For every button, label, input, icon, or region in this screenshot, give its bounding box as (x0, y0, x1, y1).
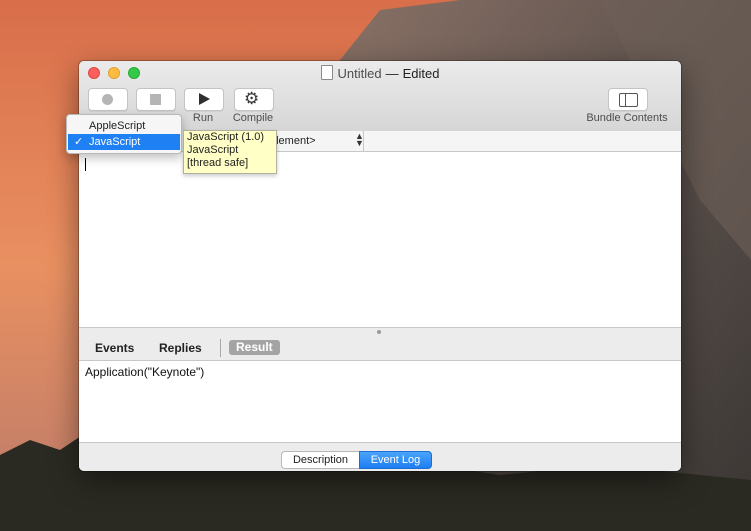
description-button[interactable]: Description (281, 451, 359, 469)
window-title: Untitled — Edited (79, 65, 681, 81)
tab-divider (220, 339, 221, 357)
tab-result[interactable]: Result (229, 340, 280, 355)
menu-item-applescript[interactable]: AppleScript (68, 118, 180, 134)
text-caret (85, 158, 86, 171)
tooltip-line: JavaScript (187, 144, 239, 156)
document-icon (320, 65, 333, 80)
compile-label: Compile (232, 112, 274, 124)
record-button[interactable] (88, 88, 128, 111)
title-name: Untitled (337, 66, 382, 81)
record-icon (102, 94, 113, 105)
menu-item-javascript[interactable]: ✓ JavaScript (68, 134, 180, 150)
gear-icon: ⚙ (244, 89, 260, 108)
title-separator: — (385, 66, 399, 81)
event-log-button[interactable]: Event Log (359, 451, 432, 469)
sidebar-icon (619, 93, 638, 107)
tab-events[interactable]: Events (95, 341, 134, 355)
language-tooltip: JavaScript (1.0) JavaScript [thread safe… (183, 130, 277, 174)
language-menu: AppleScript ✓ JavaScript (66, 114, 182, 154)
menu-item-label: JavaScript (89, 136, 141, 148)
log-tabs-bar: Events Replies Result (79, 336, 681, 361)
run-button[interactable] (184, 88, 224, 111)
bundle-contents-button[interactable] (608, 88, 648, 111)
tooltip-line: [thread safe] (187, 157, 249, 169)
result-text: Application("Keynote") (85, 365, 205, 379)
checkmark-icon: ✓ (74, 136, 84, 148)
play-icon (199, 93, 210, 105)
splitter-handle-icon (377, 330, 381, 334)
bundle-contents-label: Bundle Contents (586, 112, 668, 124)
script-editor-area[interactable] (79, 152, 681, 327)
menu-item-label: AppleScript (89, 120, 146, 132)
tooltip-line: JavaScript (1.0) (187, 131, 265, 143)
footer-bar: Description Event Log (79, 442, 681, 471)
stop-icon (150, 94, 161, 105)
title-status: Edited (402, 66, 440, 81)
compile-button[interactable]: ⚙ (234, 88, 274, 111)
tab-replies[interactable]: Replies (159, 341, 202, 355)
nav-divider (363, 131, 364, 151)
result-pane[interactable]: Application("Keynote") (79, 361, 681, 442)
stop-button[interactable] (136, 88, 176, 111)
